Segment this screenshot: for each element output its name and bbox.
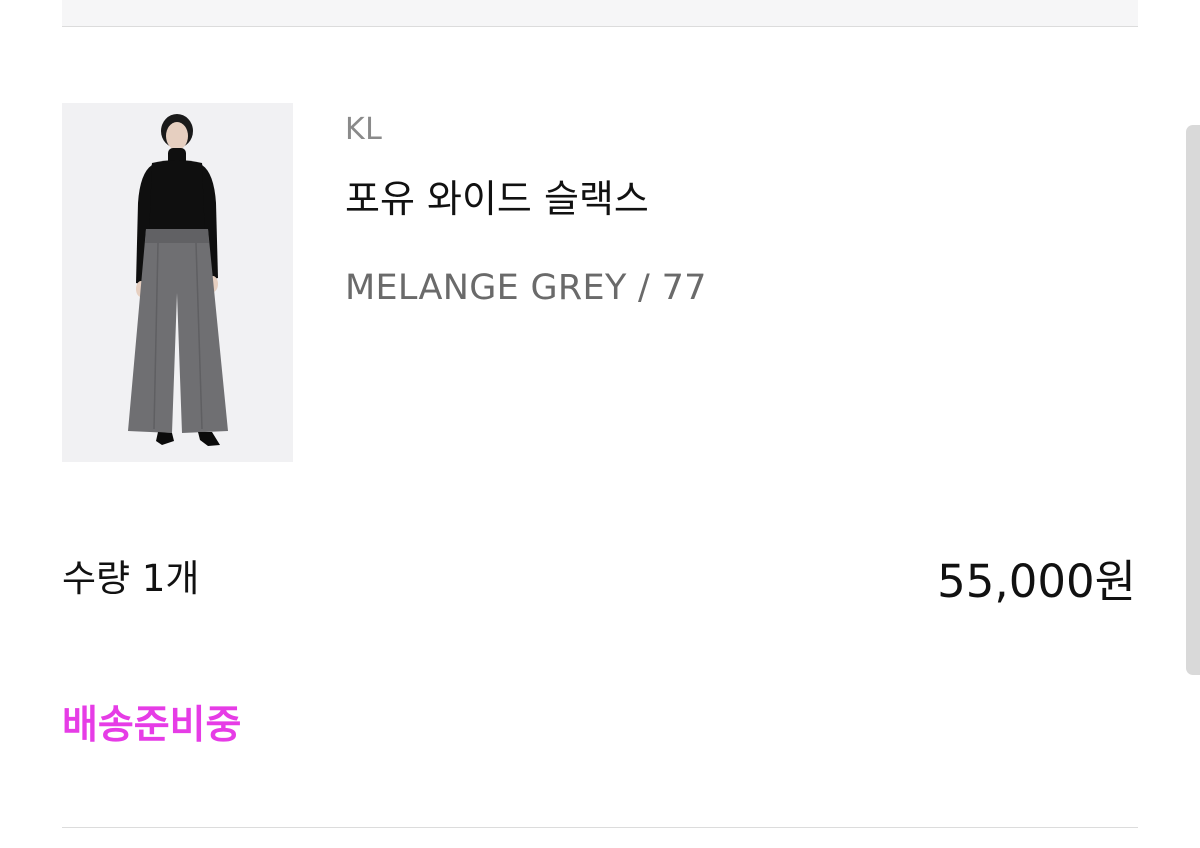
product-name[interactable]: 포유 와이드 슬랙스 xyxy=(345,168,649,223)
order-item-page: KL 포유 와이드 슬랙스 MELANGE GREY / 77 수량 1개 55… xyxy=(0,0,1200,848)
product-photo-model xyxy=(62,103,293,462)
product-option: MELANGE GREY / 77 xyxy=(345,268,707,308)
scrollbar[interactable] xyxy=(1186,125,1200,675)
delivery-status: 배송준비중 xyxy=(62,703,242,748)
price-label: 55,000원 xyxy=(937,555,1136,608)
previous-item-section xyxy=(62,0,1138,27)
section-divider xyxy=(62,827,1138,828)
quantity-label: 수량 1개 xyxy=(62,557,200,600)
product-image[interactable] xyxy=(62,103,293,462)
brand-name[interactable]: KL xyxy=(345,112,382,147)
